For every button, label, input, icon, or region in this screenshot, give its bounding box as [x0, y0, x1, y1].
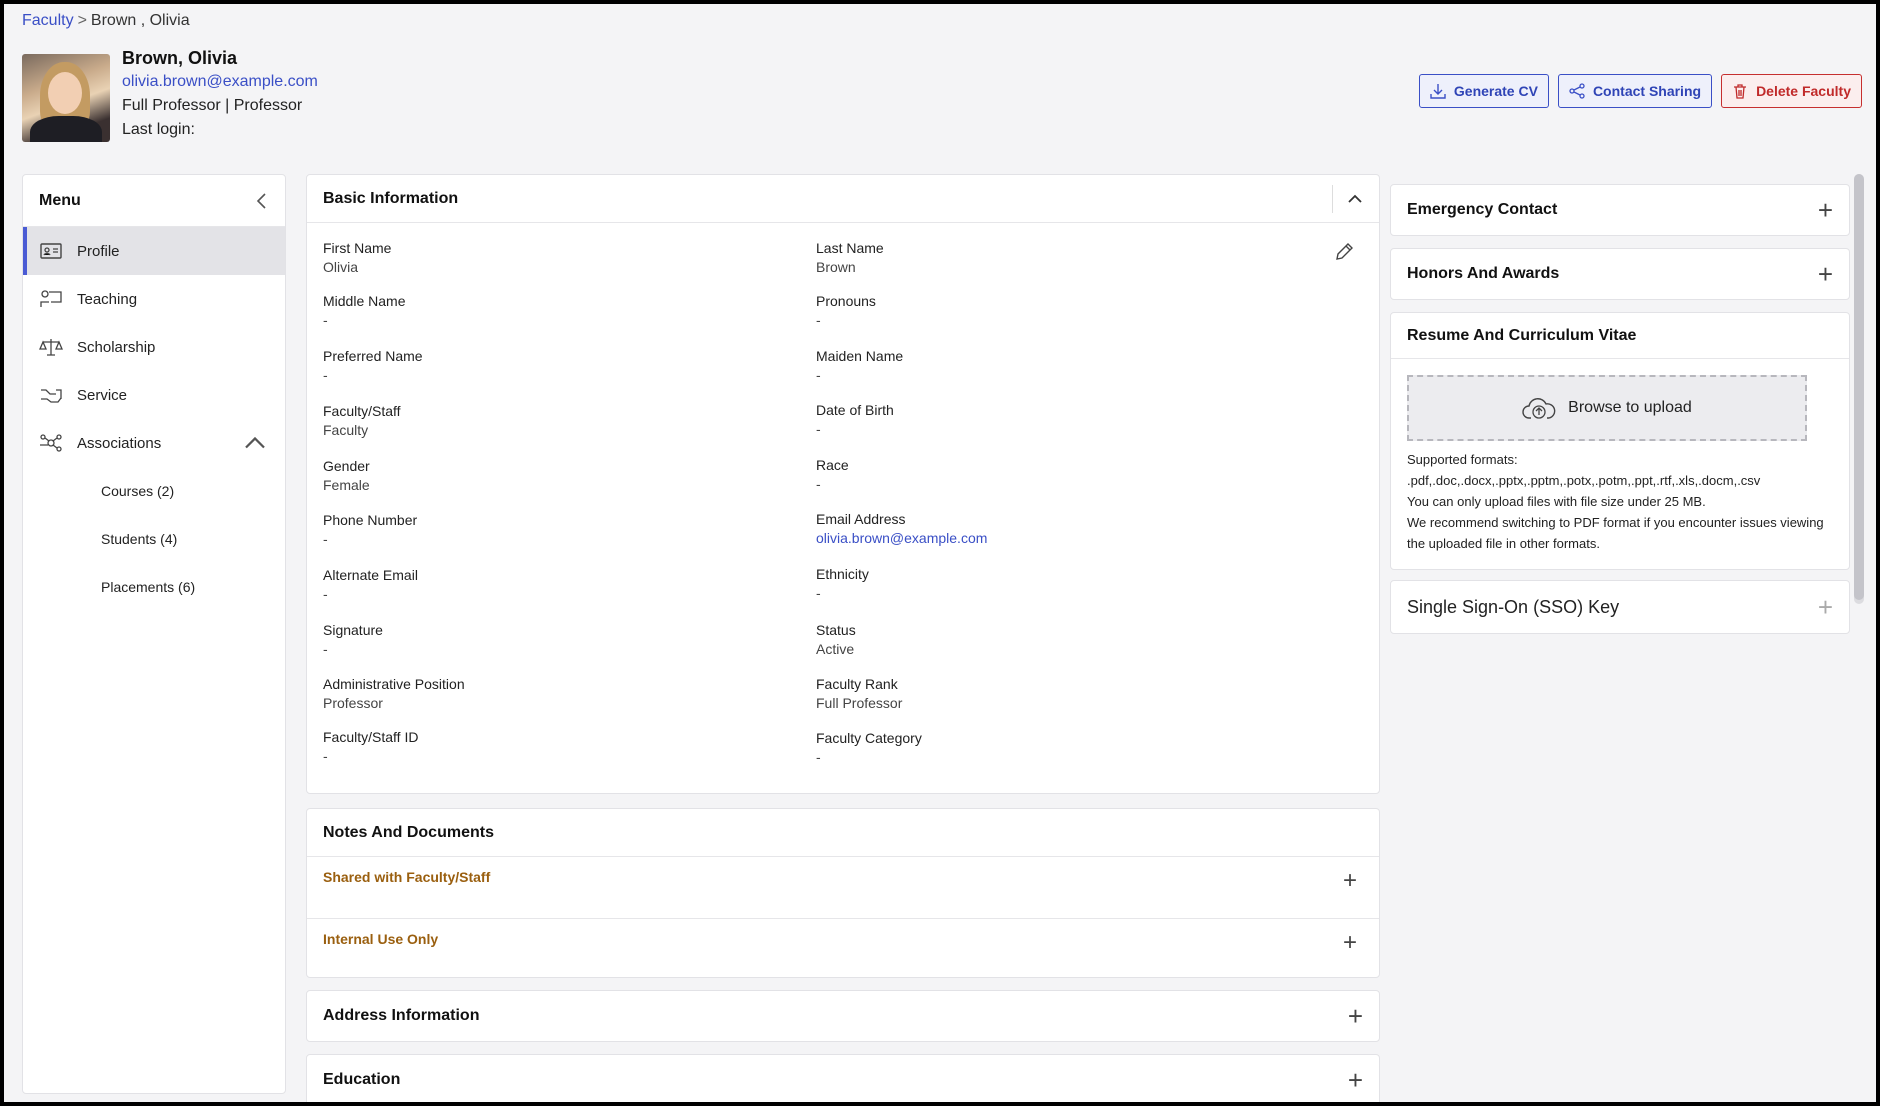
scholarship-icon [39, 339, 63, 356]
menu-title: Menu [39, 191, 81, 209]
associations-icon [40, 434, 62, 452]
app-window: Faculty > Brown , Olivia Brown, Olivia oli… [4, 4, 1876, 1102]
sidebar-menu: Menu Profile Teaching Scholarship Servic… [22, 174, 286, 1094]
upload-dropzone[interactable]: Browse to upload [1407, 375, 1807, 441]
sidebar-subitem-courses[interactable]: Courses (2) [23, 467, 285, 515]
resume-title: Resume And Curriculum Vitae [1407, 326, 1637, 344]
field-signature: Signature - [323, 622, 383, 657]
emergency-contact-panel[interactable]: Emergency Contact + [1390, 184, 1850, 236]
education-title: Education [323, 1071, 401, 1088]
field-race: Race - [816, 457, 849, 492]
field-alternate-email: Alternate Email - [323, 567, 418, 602]
plus-icon[interactable]: + [1818, 261, 1833, 287]
field-last-name: Last Name Brown [816, 240, 884, 275]
id-card-icon [40, 243, 62, 259]
faculty-name: Brown, Olivia [122, 48, 238, 68]
field-faculty-rank: Faculty Rank Full Professor [816, 676, 903, 711]
faculty-rank: Full Professor | Professor [122, 97, 303, 114]
service-icon [41, 389, 62, 403]
field-faculty-staff-id: Faculty/Staff ID - [323, 729, 419, 764]
sidebar-item-service[interactable]: Service [23, 371, 285, 419]
last-login: Last login: [122, 121, 195, 138]
teaching-icon [40, 290, 62, 307]
sidebar-subitem-students[interactable]: Students (4) [23, 515, 285, 563]
notes-title: Notes And Documents [323, 823, 494, 841]
field-pronouns: Pronouns - [816, 293, 876, 328]
resume-cv-panel: Resume And Curriculum Vitae Browse to up… [1390, 312, 1850, 570]
field-ethnicity: Ethnicity - [816, 566, 869, 601]
field-preferred-name: Preferred Name - [323, 348, 423, 383]
notes-shared-row: Shared with Faculty/Staff + [307, 857, 1379, 919]
sidebar-item-scholarship[interactable]: Scholarship [23, 323, 285, 371]
breadcrumb-current: Brown , Olivia [90, 12, 190, 29]
generate-cv-label: Generate CV [1453, 83, 1538, 99]
plus-icon[interactable]: + [1343, 869, 1357, 893]
sidebar-item-associations[interactable]: Associations [23, 419, 285, 467]
delete-faculty-button[interactable]: Delete Faculty [1721, 74, 1862, 108]
notes-and-documents-panel: Notes And Documents Shared with Faculty/… [306, 808, 1380, 978]
plus-icon[interactable]: + [1818, 197, 1833, 223]
sidebar-item-label: Service [77, 386, 128, 404]
breadcrumb: Faculty > Brown , Olivia [22, 12, 190, 30]
chevron-left-icon[interactable] [255, 192, 269, 210]
plus-icon[interactable]: + [1343, 931, 1357, 955]
download-icon [1430, 84, 1446, 99]
faculty-email-link[interactable]: olivia.brown@example.com [122, 73, 318, 90]
field-administrative-position: Administrative Position Professor [323, 676, 465, 711]
plus-icon[interactable]: + [1348, 1003, 1363, 1029]
internal-use-label: Internal Use Only [323, 931, 439, 947]
sso-title: Single Sign-On (SSO) Key [1407, 596, 1620, 617]
breadcrumb-separator: > [77, 12, 87, 29]
notes-internal-row: Internal Use Only + [307, 919, 1379, 981]
field-maiden-name: Maiden Name - [816, 348, 904, 383]
emergency-contact-title: Emergency Contact [1407, 201, 1558, 218]
sidebar-item-profile[interactable]: Profile [23, 227, 285, 275]
sidebar-item-label: Associations [77, 434, 162, 452]
plus-icon[interactable]: + [1818, 594, 1833, 620]
trash-icon [1734, 84, 1747, 99]
honors-and-awards-panel[interactable]: Honors And Awards + [1390, 248, 1850, 300]
delete-faculty-label: Delete Faculty [1756, 83, 1851, 99]
shared-with-faculty-label: Shared with Faculty/Staff [323, 869, 491, 885]
profile-header: Brown, Olivia olivia.brown@example.com F… [22, 46, 1862, 146]
cloud-upload-icon [1522, 398, 1556, 419]
browse-upload-label: Browse to upload [1568, 399, 1692, 416]
field-faculty-staff: Faculty/Staff Faculty [323, 403, 401, 438]
basic-information-panel: Basic Information First Name Olivia Middl… [306, 174, 1380, 794]
chevron-up-icon[interactable] [1347, 194, 1363, 204]
sidebar-item-teaching[interactable]: Teaching [23, 275, 285, 323]
breadcrumb-faculty-link[interactable]: Faculty [22, 12, 74, 29]
scrollbar-thumb[interactable] [1854, 174, 1864, 600]
contact-sharing-button[interactable]: Contact Sharing [1557, 74, 1713, 108]
field-first-name: First Name Olivia [323, 240, 392, 275]
sidebar-item-label: Teaching [77, 290, 138, 308]
generate-cv-button[interactable]: Generate CV [1418, 74, 1549, 108]
field-middle-name: Middle Name - [323, 293, 406, 328]
plus-icon[interactable]: + [1348, 1067, 1363, 1093]
address-information-panel[interactable]: Address Information + [306, 990, 1380, 1042]
upload-info: Supported formats: .pdf,.doc,.docx,.pptx… [1407, 452, 1824, 551]
field-email-address: Email Address olivia.brown@example.com [816, 511, 988, 546]
field-status: Status Active [816, 622, 856, 657]
field-faculty-category: Faculty Category - [816, 730, 922, 765]
basic-information-title: Basic Information [323, 189, 459, 207]
pencil-icon[interactable] [1333, 241, 1355, 263]
education-panel[interactable]: Education + [306, 1054, 1380, 1102]
field-gender: Gender Female [323, 458, 370, 493]
field-date-of-birth: Date of Birth - [816, 402, 894, 437]
chevron-up-icon[interactable] [243, 433, 267, 453]
address-title: Address Information [323, 1007, 480, 1024]
share-icon [1569, 83, 1585, 99]
avatar [22, 54, 110, 142]
field-phone-number: Phone Number - [323, 512, 418, 547]
contact-sharing-label: Contact Sharing [1592, 83, 1702, 99]
sidebar-subitem-placements[interactable]: Placements (6) [23, 563, 285, 611]
honors-title: Honors And Awards [1407, 265, 1560, 282]
sso-key-panel[interactable]: Single Sign-On (SSO) Key + [1390, 580, 1850, 634]
sidebar-item-label: Scholarship [77, 338, 156, 356]
sidebar-item-label: Profile [77, 242, 120, 260]
email-address-link[interactable]: olivia.brown@example.com [816, 530, 987, 546]
